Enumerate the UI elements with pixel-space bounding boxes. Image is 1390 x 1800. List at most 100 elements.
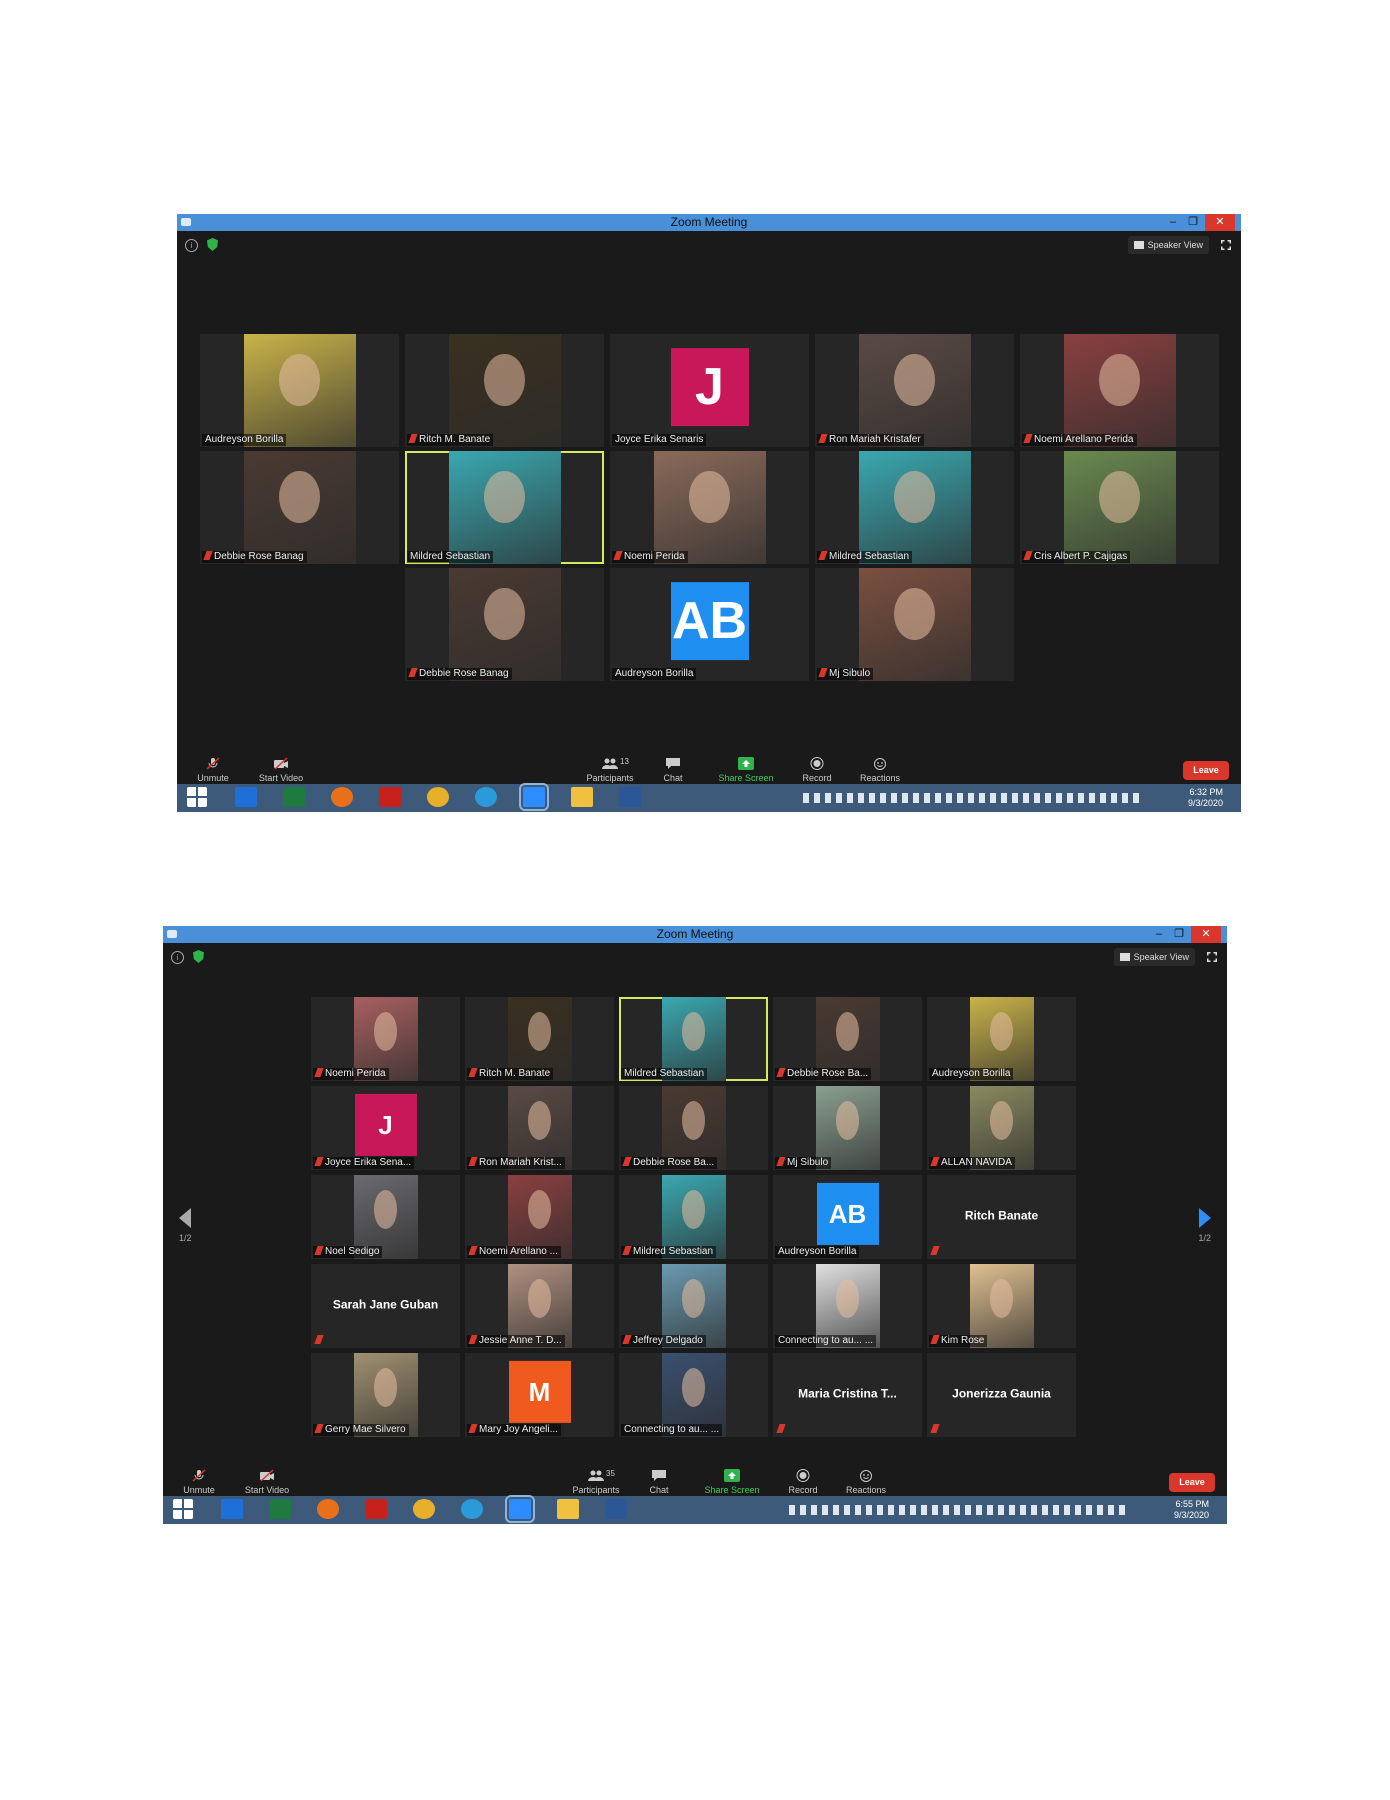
participant-tile[interactable]: Ritch Banate [927, 1175, 1076, 1259]
reactions-button[interactable]: Reactions [857, 757, 903, 783]
word-icon[interactable] [619, 787, 641, 807]
restore-button[interactable]: ❐ [1183, 214, 1203, 231]
participant-tile[interactable]: Mj Sibulo [773, 1086, 922, 1170]
speaker-view-button[interactable]: Speaker View [1127, 236, 1209, 254]
unmute-button[interactable]: Unmute [191, 757, 235, 783]
acrobat-icon[interactable] [365, 1499, 387, 1519]
firefox-icon[interactable] [317, 1499, 339, 1519]
close-button[interactable]: ✕ [1191, 926, 1221, 943]
zoom-icon[interactable] [505, 1495, 535, 1523]
close-button[interactable]: ✕ [1205, 214, 1235, 231]
participant-tile[interactable]: Mildred Sebastian [405, 451, 604, 564]
acrobat-icon[interactable] [379, 787, 401, 807]
taskbar-clock[interactable]: 6:32 PM 9/3/2020 [1188, 787, 1223, 809]
participant-tile[interactable]: Connecting to au... ... [773, 1264, 922, 1348]
participant-tile[interactable]: Audreyson Borilla [200, 334, 399, 447]
file-explorer-icon[interactable] [571, 787, 593, 807]
windows-start-icon[interactable] [173, 1499, 193, 1519]
participant-tile[interactable]: Ron Mariah Krist... [465, 1086, 614, 1170]
participant-tile[interactable]: Noemi Arellano Perida [1020, 334, 1219, 447]
share-screen-button[interactable]: Share Screen [701, 1469, 763, 1495]
share-screen-button[interactable]: Share Screen [715, 757, 777, 783]
chrome-icon[interactable] [413, 1499, 435, 1519]
participant-tile[interactable]: Noel Sedigo [311, 1175, 460, 1259]
maxthon-icon[interactable] [221, 1499, 243, 1519]
participant-tile[interactable]: Jessie Anne T. D... [465, 1264, 614, 1348]
excel-icon[interactable] [283, 787, 305, 807]
participant-tile[interactable]: Noemi Arellano ... [465, 1175, 614, 1259]
edge-icon[interactable] [475, 787, 497, 807]
leave-button[interactable]: Leave [1169, 1473, 1215, 1492]
maxthon-icon[interactable] [235, 787, 257, 807]
firefox-icon[interactable] [331, 787, 353, 807]
unmute-button[interactable]: Unmute [177, 1469, 221, 1495]
zoom-icon[interactable] [519, 783, 549, 811]
participant-tile[interactable]: J Joyce Erika Sena... [311, 1086, 460, 1170]
fullscreen-icon[interactable] [1207, 952, 1217, 962]
participant-tile[interactable]: Noemi Perida [610, 451, 809, 564]
participant-tile[interactable]: Debbie Rose Banag [405, 568, 604, 681]
edge-icon[interactable] [461, 1499, 483, 1519]
participant-tile[interactable]: Mildred Sebastian [815, 451, 1014, 564]
minimize-button[interactable]: – [1163, 214, 1183, 231]
info-icon[interactable]: i [171, 951, 184, 964]
participant-tile[interactable]: AB Audreyson Borilla [773, 1175, 922, 1259]
participant-tile[interactable]: Mildred Sebastian [619, 997, 768, 1081]
record-button[interactable]: Record [785, 1469, 821, 1495]
info-icon[interactable]: i [185, 239, 198, 252]
system-tray-icons[interactable] [789, 1505, 1129, 1515]
windows-start-icon[interactable] [187, 787, 207, 807]
participant-tile[interactable]: Ritch M. Banate [465, 997, 614, 1081]
participant-name-label: Joyce Erika Sena... [313, 1157, 415, 1169]
participants-button[interactable]: 35 Participants [568, 1469, 624, 1495]
muted-mic-icon [314, 1424, 324, 1433]
chat-button[interactable]: Chat [644, 1469, 674, 1495]
encryption-shield-icon[interactable] [193, 950, 204, 963]
participant-tile[interactable]: ALLAN NAVIDA [927, 1086, 1076, 1170]
start-video-button[interactable]: Start Video [239, 1469, 295, 1495]
participant-tile[interactable]: Mj Sibulo [815, 568, 1014, 681]
reactions-button[interactable]: Reactions [843, 1469, 889, 1495]
participant-name: Jessie Anne T. D... [479, 1335, 562, 1346]
minimize-button[interactable]: – [1149, 926, 1169, 943]
participant-tile[interactable]: Debbie Rose Banag [200, 451, 399, 564]
excel-icon[interactable] [269, 1499, 291, 1519]
word-icon[interactable] [605, 1499, 627, 1519]
participant-tile[interactable]: Ron Mariah Kristafer [815, 334, 1014, 447]
participant-tile[interactable]: Maria Cristina T... [773, 1353, 922, 1437]
grid-icon [1119, 953, 1130, 961]
participant-tile[interactable]: Gerry Mae Silvero [311, 1353, 460, 1437]
participant-tile[interactable]: AB Audreyson Borilla [610, 568, 809, 681]
file-explorer-icon[interactable] [557, 1499, 579, 1519]
participant-tile[interactable]: Audreyson Borilla [927, 997, 1076, 1081]
restore-button[interactable]: ❐ [1169, 926, 1189, 943]
participant-tile[interactable]: Jeffrey Delgado [619, 1264, 768, 1348]
participant-tile[interactable]: Kim Rose [927, 1264, 1076, 1348]
taskbar-clock[interactable]: 6:55 PM 9/3/2020 [1174, 1499, 1209, 1521]
participant-tile[interactable]: Debbie Rose Ba... [619, 1086, 768, 1170]
participant-tile[interactable]: Ritch M. Banate [405, 334, 604, 447]
participant-tile[interactable]: Noemi Perida [311, 997, 460, 1081]
leave-button[interactable]: Leave [1183, 761, 1229, 780]
participant-name: Audreyson Borilla [615, 668, 694, 679]
speaker-view-button[interactable]: Speaker View [1113, 948, 1195, 966]
next-page-arrow-icon[interactable] [1199, 1208, 1211, 1228]
participant-tile[interactable]: Jonerizza Gaunia [927, 1353, 1076, 1437]
participant-tile[interactable]: Mildred Sebastian [619, 1175, 768, 1259]
fullscreen-icon[interactable] [1221, 240, 1231, 250]
start-video-button[interactable]: Start Video [253, 757, 309, 783]
participant-tile[interactable]: Connecting to au... ... [619, 1353, 768, 1437]
participants-button[interactable]: 13 Participants [582, 757, 638, 783]
chat-button[interactable]: Chat [658, 757, 688, 783]
participant-tile[interactable]: Cris Albert P. Cajigas [1020, 451, 1219, 564]
previous-page-arrow-icon[interactable] [179, 1208, 191, 1228]
participant-tile[interactable]: J Joyce Erika Senaris [610, 334, 809, 447]
participant-tile[interactable]: Debbie Rose Ba... [773, 997, 922, 1081]
chrome-icon[interactable] [427, 787, 449, 807]
participant-tile[interactable]: M Mary Joy Angeli... [465, 1353, 614, 1437]
system-tray-icons[interactable] [803, 793, 1143, 803]
record-button[interactable]: Record [799, 757, 835, 783]
face-silhouette [835, 1012, 859, 1051]
participant-tile[interactable]: Sarah Jane Guban [311, 1264, 460, 1348]
encryption-shield-icon[interactable] [207, 238, 218, 251]
